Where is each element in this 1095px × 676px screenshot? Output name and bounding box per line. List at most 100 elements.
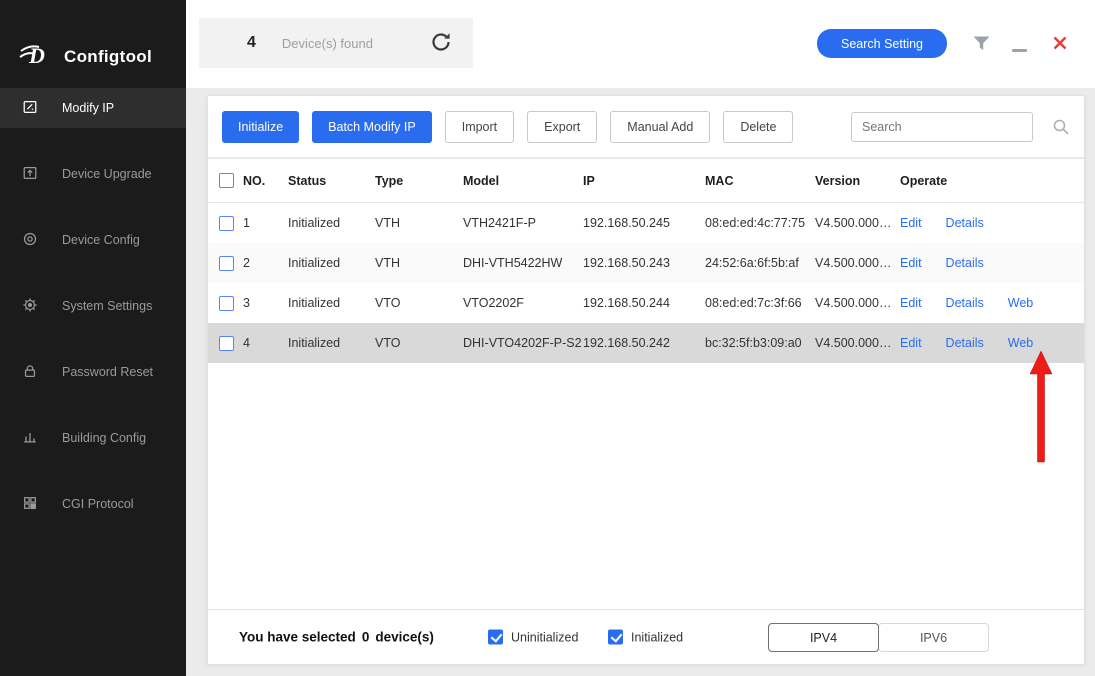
sidebar-item-device-config[interactable]: Device Config [0, 220, 186, 260]
cell-type: VTH [375, 256, 400, 270]
selected-prefix: You have selected [239, 629, 356, 645]
cell-status: Initialized [288, 256, 341, 270]
svg-text:D: D [28, 43, 45, 68]
sidebar-item-system-settings[interactable]: System Settings [0, 286, 186, 326]
details-link[interactable]: Details [946, 256, 984, 270]
cell-mac: 08:ed:ed:4c:77:75 [705, 216, 806, 230]
filter-button[interactable] [973, 36, 990, 54]
minimize-button[interactable] [1012, 41, 1028, 55]
ipv6-button[interactable]: IPV6 [878, 623, 989, 652]
cell-no: 3 [243, 296, 250, 310]
panel-toolbar: Initialize Batch Modify IP Import Export… [208, 96, 1084, 159]
cell-model: DHI-VTH5422HW [463, 256, 563, 270]
cell-ip: 192.168.50.242 [583, 336, 670, 350]
col-status: Status [288, 173, 327, 188]
table-row[interactable]: 3 Initialized VTO VTO2202F 192.168.50.24… [208, 283, 1084, 323]
cell-ip: 192.168.50.243 [583, 256, 670, 270]
details-link[interactable]: Details [946, 296, 984, 310]
row-checkbox[interactable] [219, 295, 234, 311]
sidebar-item-label: Building Config [62, 431, 147, 445]
building-config-icon [22, 429, 38, 448]
top-header: 4 Device(s) found Search Setting [186, 0, 1095, 88]
close-icon [1052, 36, 1068, 54]
sidebar-item-device-upgrade[interactable]: Device Upgrade [0, 154, 186, 194]
edit-link[interactable]: Edit [900, 296, 922, 310]
row-checkbox[interactable] [219, 255, 234, 271]
search-input[interactable] [851, 111, 1033, 142]
cell-model: VTO2202F [463, 296, 524, 310]
uninitialized-checkbox[interactable] [488, 629, 503, 645]
import-button[interactable]: Import [444, 110, 515, 143]
row-checkbox[interactable] [219, 215, 234, 231]
initialized-label: Initialized [631, 630, 684, 644]
sidebar-item-password-reset[interactable]: Password Reset [0, 352, 186, 392]
cell-ip: 192.168.50.245 [583, 216, 670, 230]
panel-footer: You have selected 0 device(s) Uninitiali… [208, 609, 1084, 664]
delete-button[interactable]: Delete [723, 110, 794, 143]
search-setting-button[interactable]: Search Setting [817, 29, 947, 58]
sidebar-item-label: Password Reset [62, 365, 154, 379]
search-icon[interactable] [1052, 118, 1070, 136]
sidebar-item-label: System Settings [62, 299, 153, 313]
sidebar-item-modify-ip[interactable]: Modify IP [0, 88, 186, 128]
select-all-checkbox[interactable] [219, 173, 234, 188]
cell-mac: 24:52:6a:6f:5b:af [705, 256, 799, 270]
sidebar-item-label: Device Upgrade [62, 167, 152, 181]
batch-modify-ip-button[interactable]: Batch Modify IP [312, 110, 432, 143]
app-title: Configtool [64, 47, 152, 66]
cell-type: VTH [375, 216, 400, 230]
sidebar-item-label: Modify IP [62, 101, 115, 115]
system-settings-icon [22, 297, 38, 316]
table-row-selected[interactable]: 4 Initialized VTO DHI-VTO4202F-P-S2 192.… [208, 323, 1084, 363]
web-link[interactable]: Web [1008, 296, 1033, 310]
brand-wing-icon: D [18, 42, 54, 73]
table-row[interactable]: 1 Initialized VTH VTH2421F-P 192.168.50.… [208, 203, 1084, 243]
sidebar-item-label: CGI Protocol [62, 497, 134, 511]
password-reset-icon [22, 363, 38, 382]
col-type: Type [375, 173, 404, 188]
sidebar-menu: Modify IP Device Upgrade Device Config S… [0, 88, 186, 524]
col-model: Model [463, 173, 500, 188]
close-button[interactable] [1052, 35, 1068, 54]
export-button[interactable]: Export [527, 110, 598, 143]
initialize-button[interactable]: Initialize [222, 110, 300, 143]
minimize-icon [1012, 49, 1027, 52]
initialized-filter: Initialized [608, 629, 684, 645]
col-ip: IP [583, 173, 595, 188]
manual-add-button[interactable]: Manual Add [610, 110, 711, 143]
refresh-button[interactable] [429, 30, 453, 57]
cell-version: V4.500.000… [815, 336, 892, 350]
col-mac: MAC [705, 173, 734, 188]
cgi-protocol-icon [22, 495, 38, 514]
uninitialized-label: Uninitialized [511, 630, 579, 644]
table-row[interactable]: 2 Initialized VTH DHI-VTH5422HW 192.168.… [208, 243, 1084, 283]
col-version: Version [815, 173, 861, 188]
cell-status: Initialized [288, 336, 341, 350]
col-operate: Operate [900, 173, 948, 188]
sidebar-item-cgi-protocol[interactable]: CGI Protocol [0, 484, 186, 524]
edit-link[interactable]: Edit [900, 336, 922, 350]
col-no: NO. [243, 173, 266, 188]
details-link[interactable]: Details [946, 336, 984, 350]
sidebar-item-building-config[interactable]: Building Config [0, 418, 186, 458]
cell-version: V4.500.000… [815, 216, 892, 230]
cell-version: V4.500.000… [815, 256, 892, 270]
sidebar: D Configtool Modify IP Device Upgrade De… [0, 0, 186, 676]
app-logo: D Configtool [0, 0, 186, 86]
cell-model: VTH2421F-P [463, 216, 536, 230]
cell-mac: bc:32:5f:b3:09:a0 [705, 336, 802, 350]
initialized-checkbox[interactable] [608, 629, 623, 645]
cell-model: DHI-VTO4202F-P-S2 [463, 336, 582, 350]
edit-link[interactable]: Edit [900, 256, 922, 270]
details-link[interactable]: Details [946, 216, 984, 230]
device-upgrade-icon [22, 165, 38, 184]
selection-summary: You have selected 0 device(s) [239, 630, 434, 645]
selected-suffix: device(s) [375, 629, 434, 645]
row-checkbox[interactable] [219, 335, 234, 351]
edit-link[interactable]: Edit [900, 216, 922, 230]
device-count: 4 [247, 34, 256, 51]
web-link[interactable]: Web [1008, 336, 1033, 350]
table-header-row: NO. Status Type Model IP MAC Version Ope… [208, 159, 1084, 203]
cell-ip: 192.168.50.244 [583, 296, 670, 310]
ipv4-button[interactable]: IPV4 [768, 623, 879, 652]
